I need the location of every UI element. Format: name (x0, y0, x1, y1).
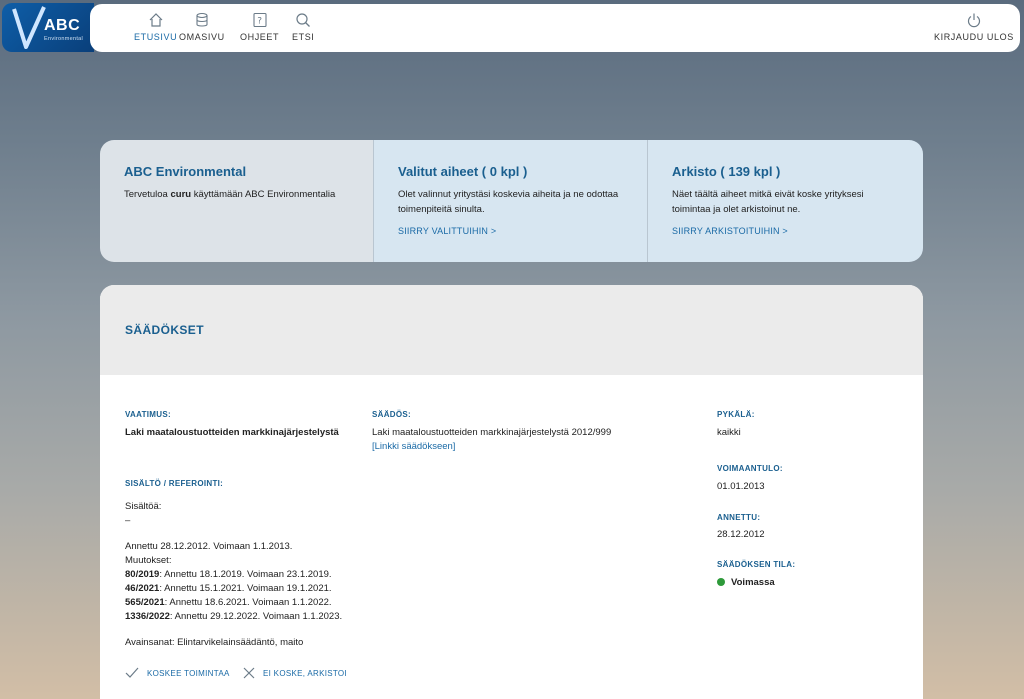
issued-label: ANNETTU: (717, 513, 761, 522)
card-text: Tervetuloa curu käyttämään ABC Environme… (124, 189, 336, 200)
status-dot-icon (717, 578, 725, 586)
change-item: 1336/2022: Annettu 29.12.2022. Voimaan 1… (125, 611, 343, 622)
card-text: Näet täältä aiheet mitkä eivät koske yri… (672, 189, 864, 215)
issued-line: Annettu 28.12.2012. Voimaan 1.1.2013. (125, 541, 293, 552)
brand-name: ABC (44, 17, 81, 34)
nav-label: ETUSIVU (134, 32, 178, 42)
help-icon: ? (252, 12, 267, 28)
regulation-link[interactable]: [Linkki säädökseen] (372, 440, 455, 454)
section-value: kaikki (717, 427, 741, 438)
card-text: Olet valinnut yritystäsi koskevia aiheit… (398, 189, 619, 215)
welcome-card: ABC Environmental Tervetuloa curu käyttä… (100, 140, 374, 262)
nav-label: ETSI (292, 32, 315, 42)
requirement-label: VAATIMUS: (125, 410, 171, 419)
change-item: 80/2019: Annettu 18.1.2019. Voimaan 23.1… (125, 569, 332, 580)
effective-value: 01.01.2013 (717, 481, 765, 492)
nav-label: OHJEET (240, 32, 280, 42)
panel-header: SÄÄDÖKSET (100, 285, 923, 375)
issued-value: 28.12.2012 (717, 529, 765, 540)
close-icon (243, 667, 255, 679)
top-navbar: ETUSIVU OMASIVU ? OHJEET ETSI KIRJAUDU U… (90, 4, 1020, 52)
effective-label: VOIMAANTULO: (717, 464, 783, 473)
status-label: SÄÄDÖKSEN TILA: (717, 560, 796, 569)
content-dash: – (125, 515, 131, 526)
logout-label: KIRJAUDU ULOS (934, 32, 1014, 42)
content-label: SISÄLTÖ / REFEROINTI: (125, 479, 224, 488)
content-heading: Sisältöä: (125, 501, 162, 512)
requirement-value: Laki maataloustuotteiden markkinajärjest… (125, 427, 339, 438)
nav-item-ohjeet[interactable]: ? OHJEET (240, 12, 279, 42)
logout-button[interactable]: KIRJAUDU ULOS (934, 12, 1014, 42)
nav-item-etsi[interactable]: ETSI (292, 12, 314, 42)
database-icon (196, 12, 208, 27)
nav-label: OMASIVU (179, 32, 225, 42)
keywords: Avainsanat: Elintarvikelainsäädäntö, mai… (125, 637, 304, 648)
regulations-panel: SÄÄDÖKSET VAATIMUS: Laki maataloustuotte… (100, 285, 923, 699)
regulation-label: SÄÄDÖS: (372, 410, 411, 419)
svg-text:?: ? (257, 17, 262, 27)
section-title: SÄÄDÖKSET (125, 323, 204, 337)
brand-sub: Environmental (44, 36, 84, 42)
change-item: 565/2021: Annettu 18.6.2021. Voimaan 1.1… (125, 597, 332, 608)
relevant-button[interactable]: KOSKEE TOIMINTAA (125, 667, 230, 679)
section-label: PYKÄLÄ: (717, 410, 755, 419)
home-icon (149, 13, 163, 27)
brand-logo[interactable]: ABC Environmental (2, 3, 94, 52)
card-title: ABC Environmental (124, 164, 247, 179)
check-icon (125, 667, 139, 678)
search-icon (296, 13, 311, 27)
changes-heading: Muutokset: (125, 555, 172, 566)
goto-selected-link[interactable]: SIIRRY VALITTUIHIN > (398, 226, 496, 236)
card-title: Valitut aiheet ( 0 kpl ) (398, 164, 528, 179)
summary-cards: ABC Environmental Tervetuloa curu käyttä… (100, 140, 923, 262)
power-icon (967, 13, 980, 28)
nav-item-etusivu[interactable]: ETUSIVU (134, 12, 177, 42)
card-title: Arkisto ( 139 kpl ) (672, 164, 781, 179)
archive-card: Arkisto ( 139 kpl ) Näet täältä aiheet m… (648, 140, 923, 262)
selected-topics-card: Valitut aiheet ( 0 kpl ) Olet valinnut y… (374, 140, 648, 262)
regulation-value: Laki maataloustuotteiden markkinajärjest… (372, 427, 612, 438)
status-badge: Voimassa (717, 576, 775, 590)
goto-archive-link[interactable]: SIIRRY ARKISTOITUIHIN > (672, 226, 788, 236)
change-item: 46/2021: Annettu 15.1.2021. Voimaan 19.1… (125, 583, 332, 594)
archive-button[interactable]: EI KOSKE, ARKISTOI (243, 667, 347, 679)
logo-v-mark (12, 6, 46, 49)
nav-item-omasivu[interactable]: OMASIVU (179, 12, 225, 42)
